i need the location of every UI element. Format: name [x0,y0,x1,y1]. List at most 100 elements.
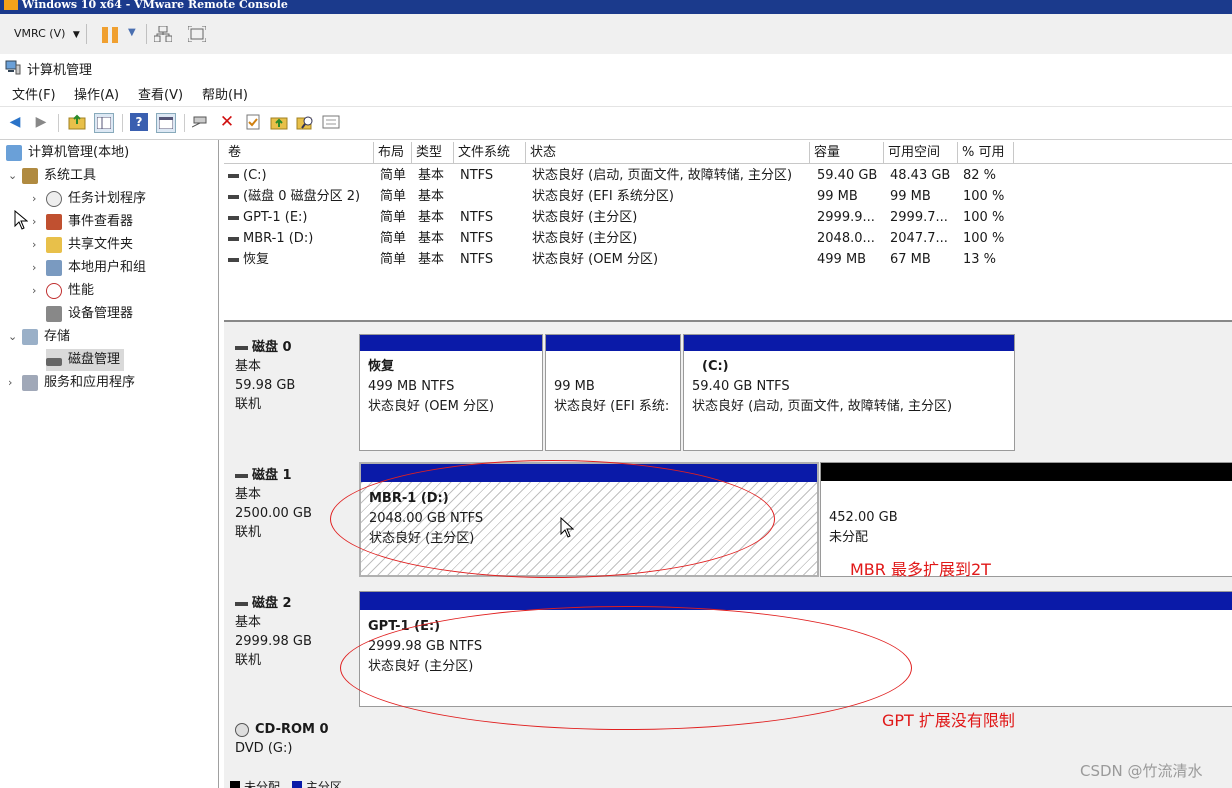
tree-item-disk-management[interactable]: 磁盘管理 [46,349,125,371]
cell-volume: (C:) [243,168,267,183]
disk-size: 2999.98 GB [235,634,312,649]
search-folder-icon[interactable] [296,113,314,131]
forward-arrow-icon[interactable]: ▶ [32,113,50,131]
disk-icon [235,473,248,478]
cell-pct: 82 % [963,168,997,183]
cell-pct: 13 % [963,252,997,267]
volume-icon [228,236,239,241]
menu-view[interactable]: 查看(V) [138,84,183,103]
chevron-right-icon[interactable]: › [32,280,46,302]
unallocated-bar [821,463,1232,481]
cell-capacity: 2999.9... [817,210,875,225]
column-header-free[interactable]: 可用空间 [884,142,958,164]
disk-icon [235,601,248,606]
tree-item-task-scheduler[interactable]: › 任务计划程序 [32,188,146,210]
table-row[interactable]: 恢复 简单 基本 NTFS 状态良好 (OEM 分区) 499 MB 67 MB… [224,250,1232,270]
cell-pct: 100 % [963,189,1005,204]
help-icon[interactable]: ? [130,113,148,131]
cell-status: 状态良好 (主分区) [532,231,638,246]
cell-volume: 恢复 [243,252,270,267]
cdrom-0-label[interactable]: CD-ROM 0 DVD (G:) [224,720,356,778]
vmrc-menu-button[interactable]: VMRC (V) ▼ [8,24,86,44]
cell-type: 基本 [418,210,445,225]
tree-item-services-apps[interactable]: › 服务和应用程序 [8,372,135,394]
disk-management-icon [46,357,62,366]
table-row[interactable]: MBR-1 (D:) 简单 基本 NTFS 状态良好 (主分区) 2048.0.… [224,229,1232,249]
tree-item-shared-folders[interactable]: › 共享文件夹 [32,234,133,256]
column-header-volume[interactable]: 卷 [224,142,374,164]
mouse-cursor-icon [14,210,28,230]
properties-icon[interactable] [322,113,340,131]
menu-action[interactable]: 操作(A) [74,84,119,103]
tree-item-label: 本地用户和组 [68,260,147,275]
chevron-right-icon[interactable]: › [32,257,46,279]
legend-label: 主分区 [305,780,342,788]
cell-type: 基本 [418,189,445,204]
show-hide-tree-icon[interactable] [94,113,114,133]
cell-fs: NTFS [460,210,494,225]
chevron-down-icon[interactable]: ⌄ [8,326,22,348]
console-view-icon[interactable] [156,113,176,133]
table-row[interactable]: GPT-1 (E:) 简单 基本 NTFS 状态良好 (主分区) 2999.9.… [224,208,1232,228]
tree-item-root[interactable]: 计算机管理(本地) [6,142,129,164]
tree-item-device-manager[interactable]: 设备管理器 [46,303,133,325]
check-icon[interactable] [244,113,262,131]
event-viewer-icon [46,213,62,230]
chevron-right-icon[interactable]: › [32,188,46,210]
cell-volume: GPT-1 (E:) [243,210,308,225]
network-icon[interactable] [153,25,173,43]
folder-up-icon[interactable] [270,113,288,131]
cell-type: 基本 [418,252,445,267]
delete-icon[interactable]: ✕ [218,112,236,132]
performance-icon [46,282,62,299]
tree-item-performance[interactable]: › 性能 [32,280,94,302]
pause-icon[interactable] [102,27,118,43]
chevron-right-icon[interactable]: › [32,211,46,233]
tree-item-label: 事件查看器 [68,214,134,229]
disk-2-label[interactable]: 磁盘 2 基本 2999.98 GB 联机 [224,594,356,710]
menu-bar: 文件(F) 操作(A) 查看(V) 帮助(H) [0,80,1232,106]
navigation-tree: 计算机管理(本地) ⌄ 系统工具 › 任务计划程序 › 事件查看器 › 共享文件夹 › 本… [0,140,219,788]
menu-help[interactable]: 帮助(H) [202,84,248,103]
cell-layout: 简单 [380,168,407,183]
column-header-type[interactable]: 类型 [412,142,454,164]
column-header-layout[interactable]: 布局 [374,142,412,164]
connect-icon[interactable] [192,113,210,131]
disk-name: 磁盘 2 [252,596,292,611]
column-header-status[interactable]: 状态 [526,142,810,164]
primary-partition-bar [360,335,542,351]
toolbar-divider [122,114,123,132]
fullscreen-icon[interactable] [187,25,207,43]
chevron-down-icon[interactable]: ⌄ [8,165,22,187]
chevron-right-icon[interactable]: › [32,234,46,256]
tree-item-system-tools[interactable]: ⌄ 系统工具 [8,165,96,187]
partition-c[interactable]: (C:) 59.40 GB NTFS 状态良好 (启动, 页面文件, 故障转储,… [683,334,1015,451]
primary-partition-bar [546,335,680,351]
partition-recovery[interactable]: 恢复 499 MB NTFS 状态良好 (OEM 分区) [359,334,543,451]
chevron-down-icon[interactable]: ▼ [128,27,136,38]
column-header-filesystem[interactable]: 文件系统 [454,142,526,164]
toolbar-divider [58,114,59,132]
legend-swatch-unallocated [230,781,240,788]
column-header-capacity[interactable]: 容量 [810,142,884,164]
tree-item-storage[interactable]: ⌄ 存储 [8,326,70,348]
menu-file[interactable]: 文件(F) [12,84,56,103]
cell-layout: 简单 [380,252,407,267]
partition-efi[interactable]: 99 MB 状态良好 (EFI 系统: [545,334,681,451]
back-arrow-icon[interactable]: ◀ [6,113,24,131]
partition-title: (C:) [702,359,729,374]
disk-0-label[interactable]: 磁盘 0 基本 59.98 GB 联机 [224,336,356,452]
table-row[interactable]: (磁盘 0 磁盘分区 2) 简单 基本 状态良好 (EFI 系统分区) 99 M… [224,187,1232,207]
chevron-right-icon[interactable]: › [8,372,22,394]
cell-fs [456,187,460,207]
volume-icon [228,257,239,262]
column-header-pct-free[interactable]: % 可用 [958,142,1014,164]
up-folder-icon[interactable] [68,113,86,131]
cell-free: 48.43 GB [890,168,951,183]
volume-list: 卷 布局 类型 文件系统 状态 容量 可用空间 % 可用 (C:) 简单 基本 … [224,142,1232,322]
table-row[interactable]: (C:) 简单 基本 NTFS 状态良好 (启动, 页面文件, 故障转储, 主分… [224,166,1232,186]
toolbar-divider [86,24,87,44]
vmrc-title-bar: Windows 10 x64 - VMware Remote Console [0,0,1232,14]
tree-item-event-viewer[interactable]: › 事件查看器 [32,211,133,233]
tree-item-local-users[interactable]: › 本地用户和组 [32,257,146,279]
